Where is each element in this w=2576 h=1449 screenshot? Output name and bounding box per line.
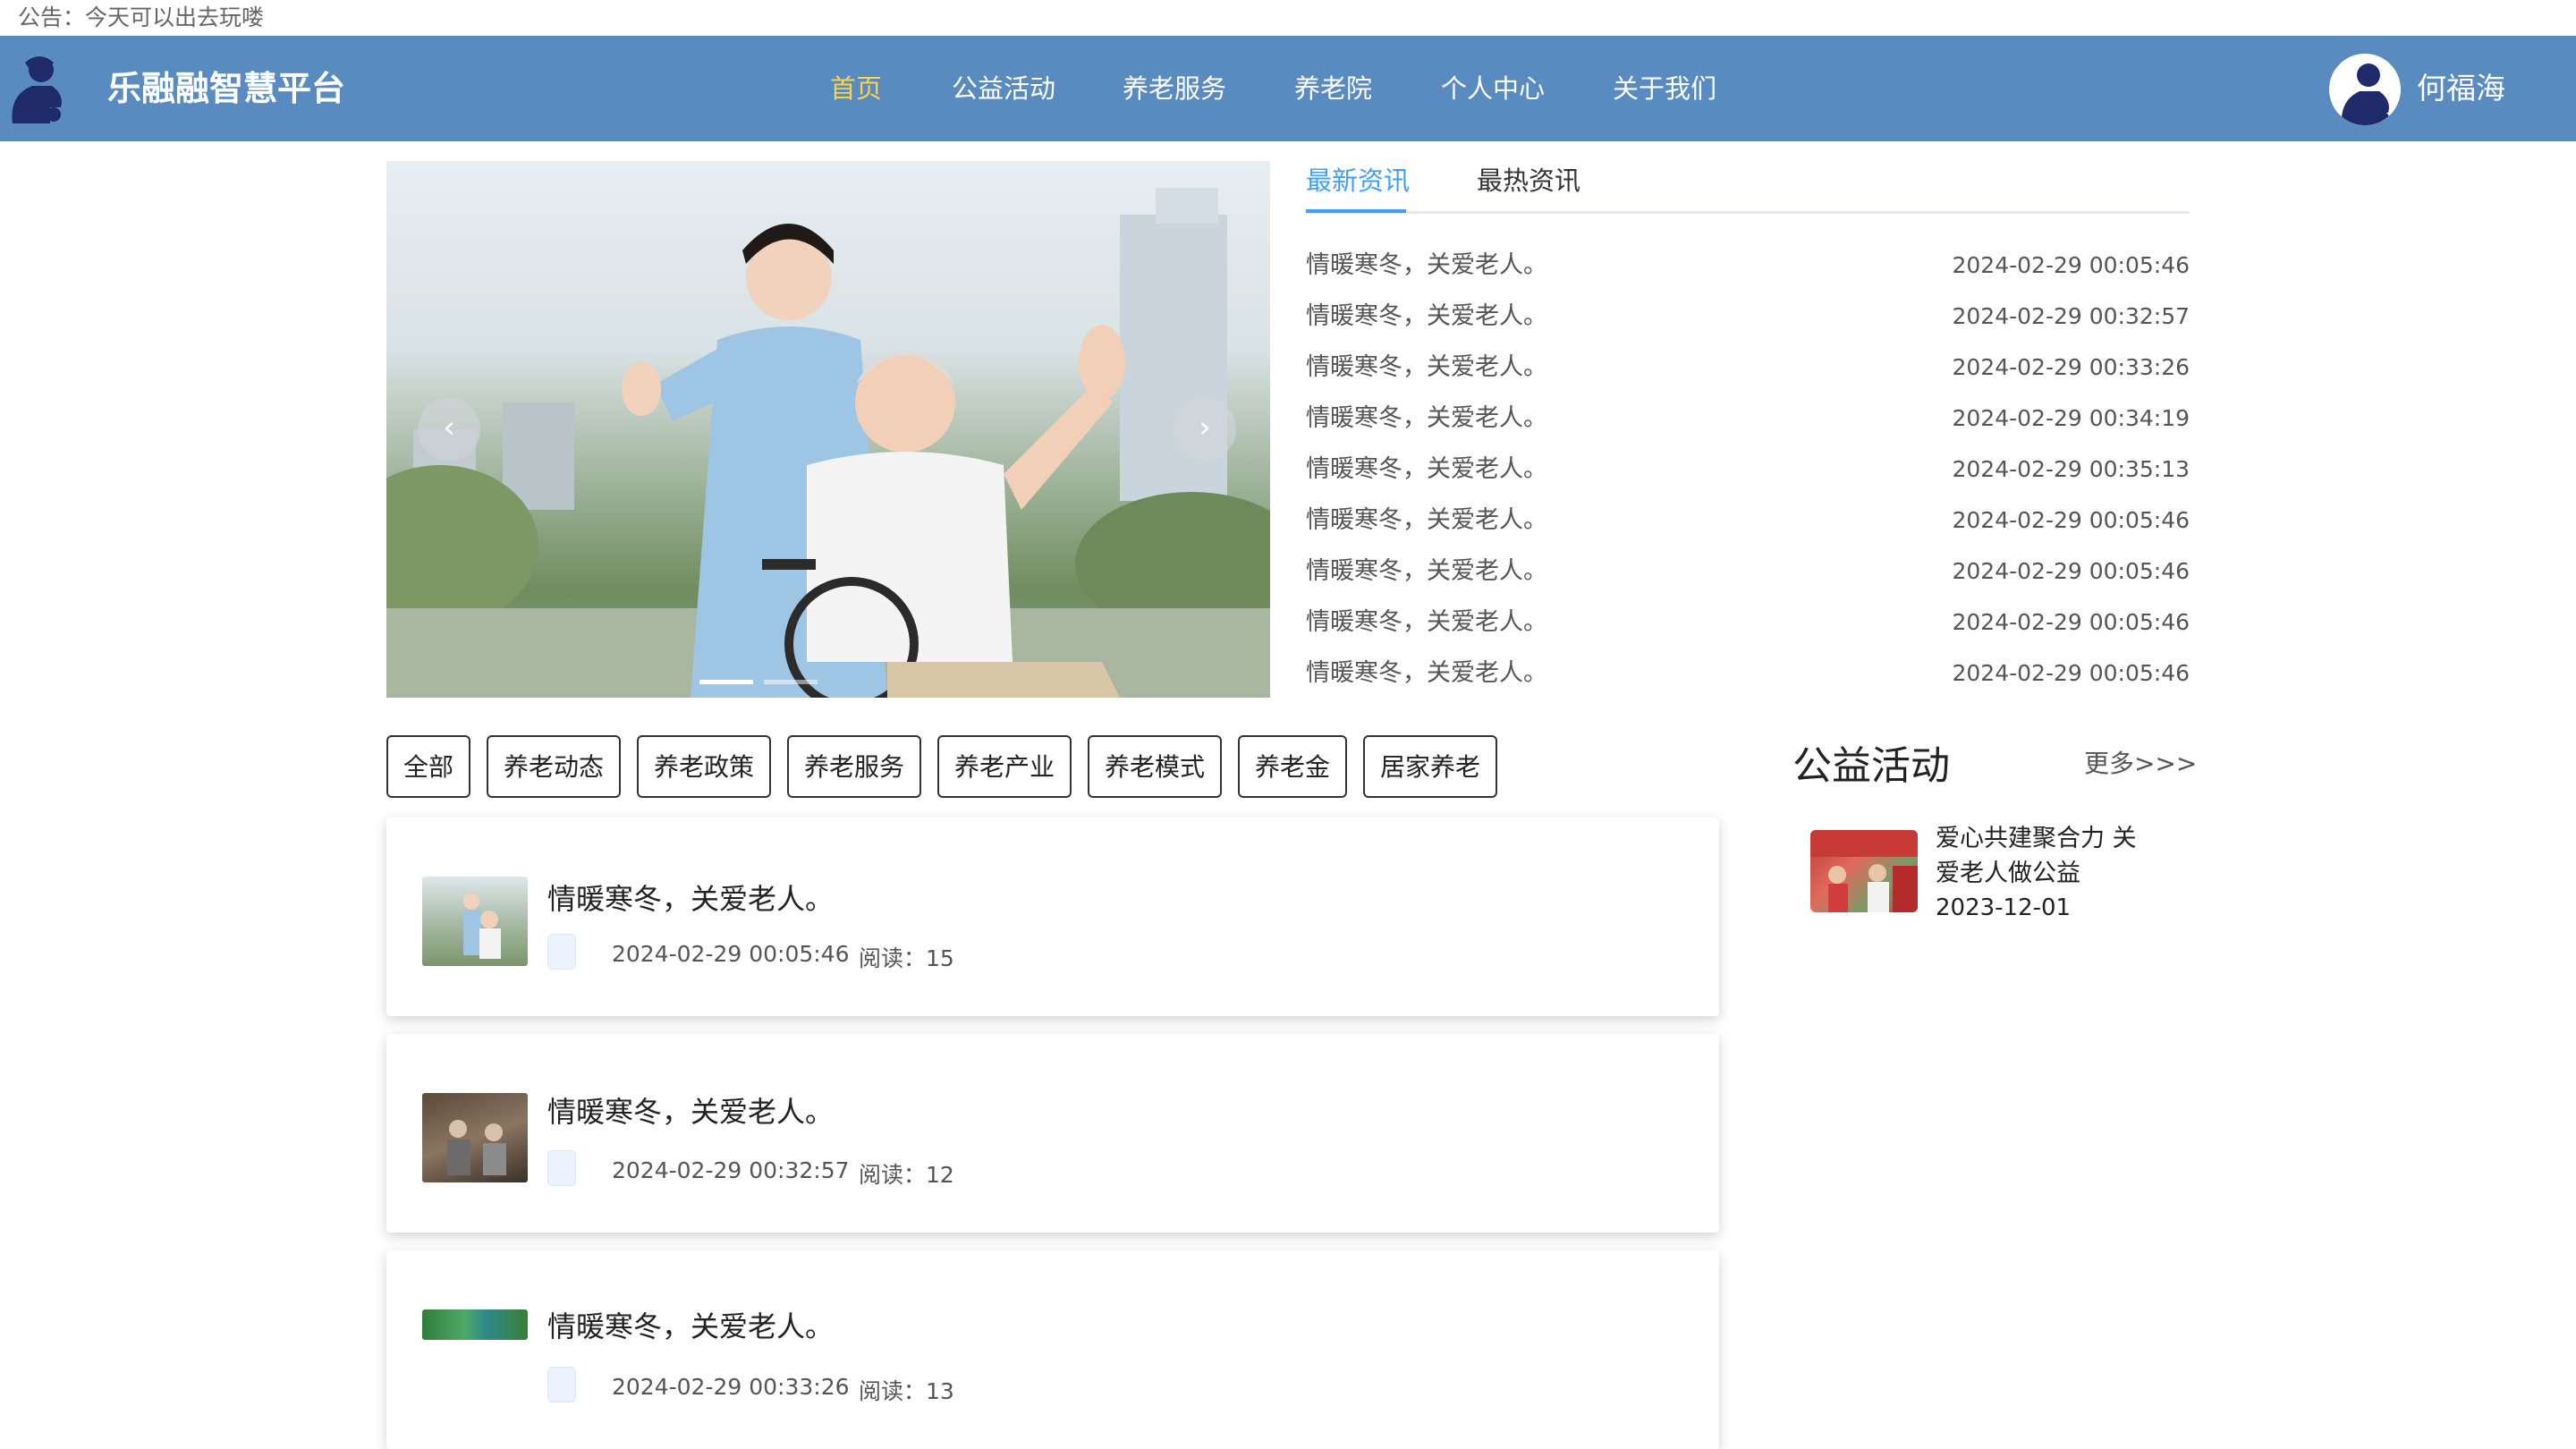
news-title[interactable]: 情暖寒冬，关爱老人。 xyxy=(1306,291,1547,342)
user-avatar[interactable] xyxy=(2329,54,2401,125)
article-thumbnail[interactable] xyxy=(422,1093,528,1182)
carousel-indicator[interactable] xyxy=(699,680,753,684)
news-time: 2024-02-29 00:34:19 xyxy=(1952,405,2190,431)
article-title[interactable]: 情暖寒冬，关爱老人。 xyxy=(547,877,834,918)
article-title[interactable]: 情暖寒冬，关爱老人。 xyxy=(547,1089,834,1131)
charity-more-link[interactable]: 更多>>> xyxy=(2084,744,2197,780)
article-thumbnail[interactable] xyxy=(422,877,528,966)
tab-divider xyxy=(1306,211,2190,214)
category-pension-button[interactable]: 养老金 xyxy=(1238,735,1348,798)
news-title[interactable]: 情暖寒冬，关爱老人。 xyxy=(1306,597,1547,648)
article-date: 2024-02-29 00:05:46 xyxy=(612,941,850,967)
news-time: 2024-02-29 00:05:46 xyxy=(1952,252,2190,278)
category-news-button[interactable]: 养老动态 xyxy=(487,735,622,798)
article-read-count: 阅读：13 xyxy=(859,1378,954,1404)
news-item[interactable]: 情暖寒冬，关爱老人。 2024-02-29 00:05:46 xyxy=(1306,648,2190,699)
news-title[interactable]: 情暖寒冬，关爱老人。 xyxy=(1306,495,1547,546)
news-item[interactable]: 情暖寒冬，关爱老人。 2024-02-29 00:05:46 xyxy=(1306,495,2190,546)
news-item[interactable]: 情暖寒冬，关爱老人。 2024-02-29 00:05:46 xyxy=(1306,240,2190,291)
news-item[interactable]: 情暖寒冬，关爱老人。 2024-02-29 00:05:46 xyxy=(1306,597,2190,648)
username[interactable]: 何福海 xyxy=(2417,36,2505,141)
article-read-count: 阅读：15 xyxy=(859,945,954,971)
announcement-text: 公告：今天可以出去玩喽 xyxy=(18,4,265,30)
tab-hot-news[interactable]: 最热资讯 xyxy=(1477,161,1580,211)
news-item[interactable]: 情暖寒冬，关爱老人。 2024-02-29 00:05:46 xyxy=(1306,546,2190,597)
logo-icon xyxy=(12,56,62,123)
news-time: 2024-02-29 00:32:57 xyxy=(1952,303,2190,329)
news-item[interactable]: 情暖寒冬，关爱老人。 2024-02-29 00:35:13 xyxy=(1306,444,2190,495)
news-time: 2024-02-29 00:05:46 xyxy=(1952,609,2190,635)
nav-charity[interactable]: 公益活动 xyxy=(952,36,1055,141)
news-title[interactable]: 情暖寒冬，关爱老人。 xyxy=(1306,240,1547,291)
chevron-left-icon: ‹ xyxy=(443,410,455,445)
category-industry-button[interactable]: 养老产业 xyxy=(937,735,1072,798)
article-card[interactable]: 情暖寒冬，关爱老人。 2024-02-29 00:05:46 阅读：15 xyxy=(386,818,1719,1016)
nav-nursing-home[interactable]: 养老院 xyxy=(1294,36,1372,141)
carousel-prev-button[interactable]: ‹ xyxy=(418,398,480,461)
charity-item-title[interactable]: 爱心共建聚合力 关爱老人做公益 xyxy=(1936,821,2159,891)
article-tag xyxy=(547,934,576,970)
news-item[interactable]: 情暖寒冬，关爱老人。 2024-02-29 00:32:57 xyxy=(1306,291,2190,342)
article-date: 2024-02-29 00:32:57 xyxy=(612,1157,850,1183)
news-item[interactable]: 情暖寒冬，关爱老人。 2024-02-29 00:34:19 xyxy=(1306,393,2190,444)
nav-home[interactable]: 首页 xyxy=(830,36,882,141)
article-tag xyxy=(547,1367,576,1402)
carousel-next-button[interactable]: › xyxy=(1174,398,1236,461)
banner-carousel[interactable]: ‹ › xyxy=(386,161,1270,698)
news-time: 2024-02-29 00:05:46 xyxy=(1952,507,2190,533)
article-card[interactable]: 情暖寒冬，关爱老人。 2024-02-29 00:33:26 阅读：13 xyxy=(386,1250,1719,1449)
news-item[interactable]: 情暖寒冬，关爱老人。 2024-02-29 00:33:26 xyxy=(1306,342,2190,393)
tab-active-indicator xyxy=(1306,209,1406,213)
news-title[interactable]: 情暖寒冬，关爱老人。 xyxy=(1306,546,1547,597)
top-navbar: 乐融融智慧平台 首页 公益活动 养老服务 养老院 个人中心 关于我们 何福海 xyxy=(0,36,2576,141)
category-service-button[interactable]: 养老服务 xyxy=(787,735,922,798)
nav-about-us[interactable]: 关于我们 xyxy=(1613,36,1716,141)
category-policy-button[interactable]: 养老政策 xyxy=(637,735,772,798)
charity-item-date: 2023-12-01 xyxy=(1936,894,2072,921)
charity-item-thumbnail[interactable] xyxy=(1810,830,1918,912)
news-time: 2024-02-29 00:33:26 xyxy=(1952,354,2190,380)
banner-image xyxy=(386,188,1270,698)
news-title[interactable]: 情暖寒冬，关爱老人。 xyxy=(1306,393,1547,444)
article-read-count: 阅读：12 xyxy=(859,1162,954,1188)
category-mode-button[interactable]: 养老模式 xyxy=(1088,735,1223,798)
article-card[interactable]: 情暖寒冬，关爱老人。 2024-02-29 00:32:57 阅读：12 xyxy=(386,1034,1719,1233)
news-time: 2024-02-29 00:05:46 xyxy=(1952,558,2190,584)
category-all-button[interactable]: 全部 xyxy=(386,735,471,798)
chevron-right-icon: › xyxy=(1199,410,1211,445)
tab-latest-news[interactable]: 最新资讯 xyxy=(1306,161,1410,211)
news-time: 2024-02-29 00:35:13 xyxy=(1952,456,2190,482)
article-tag xyxy=(547,1150,576,1186)
news-title[interactable]: 情暖寒冬，关爱老人。 xyxy=(1306,342,1547,393)
category-home-care-button[interactable]: 居家养老 xyxy=(1363,735,1498,798)
article-thumbnail[interactable] xyxy=(422,1309,528,1340)
nav-elderly-service[interactable]: 养老服务 xyxy=(1123,36,1226,141)
nav-personal-center[interactable]: 个人中心 xyxy=(1441,36,1545,141)
brand-title: 乐融融智慧平台 xyxy=(107,69,346,108)
news-title[interactable]: 情暖寒冬，关爱老人。 xyxy=(1306,648,1547,699)
charity-section-title: 公益活动 xyxy=(1792,743,1950,789)
carousel-indicators xyxy=(699,671,828,688)
article-title[interactable]: 情暖寒冬，关爱老人。 xyxy=(547,1304,834,1345)
carousel-indicator[interactable] xyxy=(764,680,818,684)
news-time: 2024-02-29 00:05:46 xyxy=(1952,660,2190,686)
news-title[interactable]: 情暖寒冬，关爱老人。 xyxy=(1306,444,1547,495)
article-date: 2024-02-29 00:33:26 xyxy=(612,1374,850,1400)
user-avatar-icon xyxy=(2329,54,2401,125)
